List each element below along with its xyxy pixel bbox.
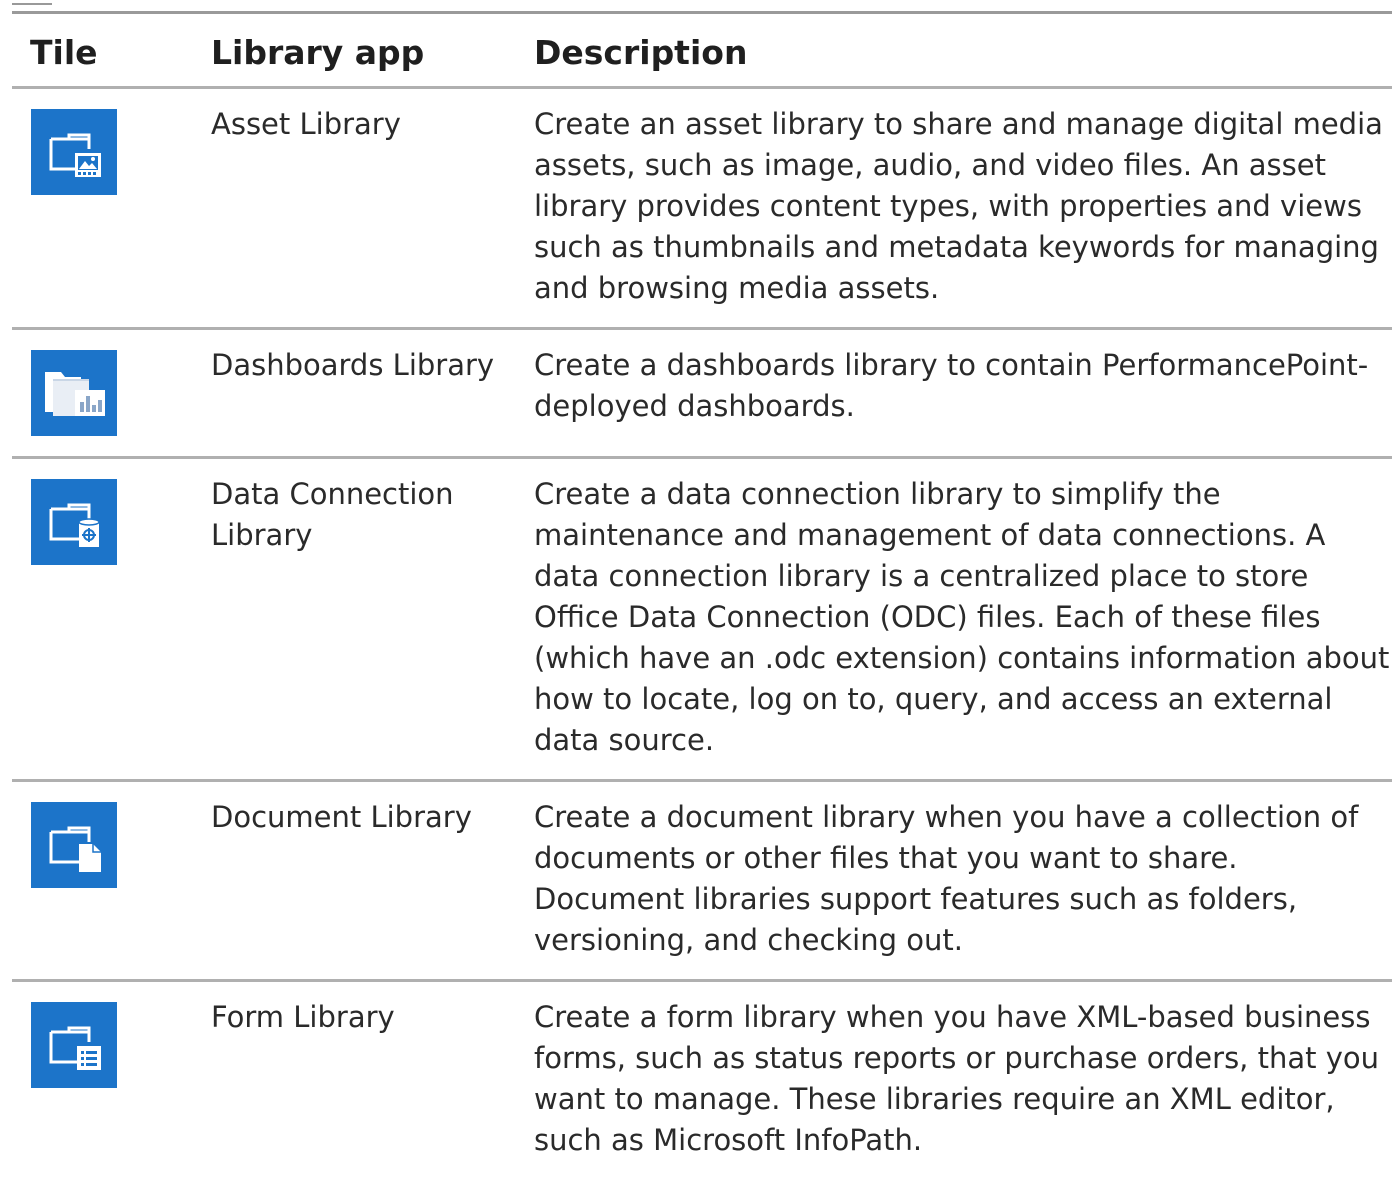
library-app-name: Data Connection Library bbox=[195, 458, 517, 781]
column-header-tile: Tile bbox=[12, 14, 195, 88]
library-app-name: Document Library bbox=[195, 781, 517, 981]
table-row: Data Connection Library Create a data co… bbox=[12, 458, 1392, 781]
column-header-description: Description bbox=[517, 14, 1392, 88]
data-connection-library-icon bbox=[31, 479, 117, 565]
library-app-description: Create a data connection library to simp… bbox=[517, 458, 1392, 781]
table-row: Dashboards Library Create a dashboards l… bbox=[12, 329, 1392, 458]
library-app-name: Dashboards Library bbox=[195, 329, 517, 458]
tile-cell bbox=[12, 88, 195, 329]
library-app-description: Create a form library when you have XML-… bbox=[517, 981, 1392, 1179]
table-row: Asset Library Create an asset library to… bbox=[12, 88, 1392, 329]
previous-caption-fragment bbox=[12, 0, 312, 6]
library-app-description: Create an asset library to share and man… bbox=[517, 88, 1392, 329]
library-app-description: Create a dashboards library to contain P… bbox=[517, 329, 1392, 458]
table-header-row: Tile Library app Description bbox=[12, 14, 1392, 88]
column-header-library-app: Library app bbox=[195, 14, 517, 88]
table-row: Document Library Create a document libra… bbox=[12, 781, 1392, 981]
document-library-icon bbox=[31, 802, 117, 888]
library-app-name: Asset Library bbox=[195, 88, 517, 329]
tile-cell bbox=[12, 329, 195, 458]
library-app-name: Form Library bbox=[195, 981, 517, 1179]
library-apps-table: Tile Library app Description bbox=[12, 14, 1392, 1179]
tile-cell bbox=[12, 781, 195, 981]
form-library-icon bbox=[31, 1002, 117, 1088]
tile-cell bbox=[12, 981, 195, 1179]
tile-cell bbox=[12, 458, 195, 781]
library-app-description: Create a document library when you have … bbox=[517, 781, 1392, 981]
dashboards-library-icon bbox=[31, 350, 117, 436]
asset-library-icon bbox=[31, 109, 117, 195]
table-row: Form Library Create a form library when … bbox=[12, 981, 1392, 1179]
